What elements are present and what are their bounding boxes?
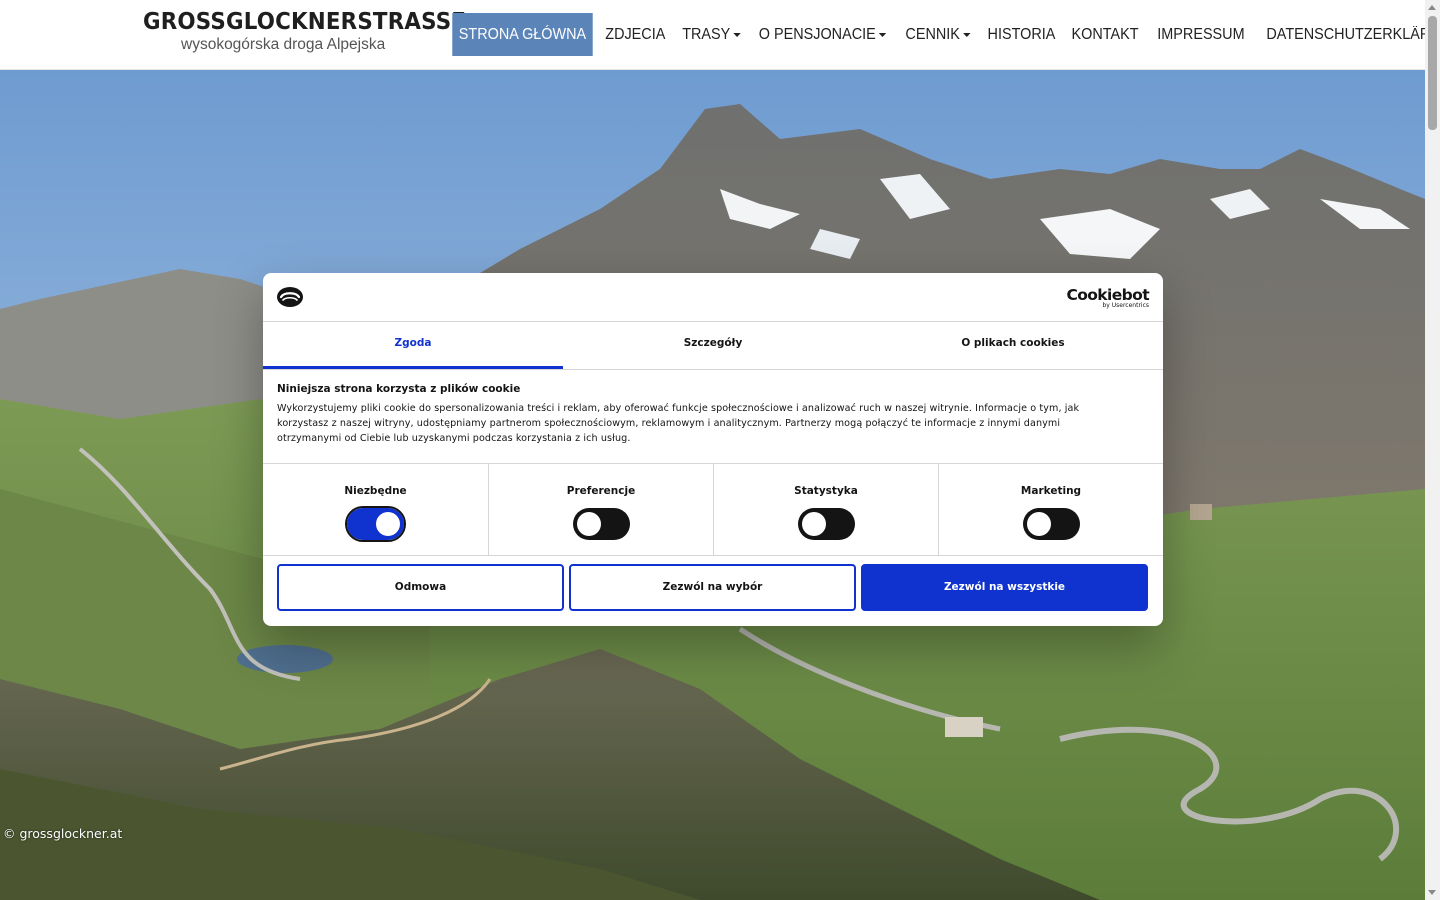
toggle-knob xyxy=(801,512,826,536)
nav-item-contact[interactable]: KONTAKT xyxy=(1065,13,1145,56)
preferences-toggle[interactable] xyxy=(572,508,630,540)
scroll-up-arrow-icon[interactable] xyxy=(1428,5,1436,10)
nav-item-label: IMPRESSUM xyxy=(1156,26,1245,43)
tab-about-cookies[interactable]: O plikach cookies xyxy=(863,322,1163,369)
marketing-toggle[interactable] xyxy=(1022,508,1080,540)
nav-item-label: O PENSJONACIE xyxy=(759,26,876,43)
cookie-icon xyxy=(277,287,303,307)
toggle-knob xyxy=(376,512,400,536)
allow-all-button[interactable]: Zezwól na wszystkie xyxy=(861,564,1148,611)
site-logo[interactable]: GROSSGLOCKNERSTRASSE wysokogórska droga … xyxy=(143,9,467,59)
dialog-body: Niniejsza strona korzysta z plików cooki… xyxy=(277,383,1147,446)
dialog-header: Cookiebot by Usercentrics xyxy=(263,273,1163,322)
category-marketing: Marketing xyxy=(938,464,1163,555)
nav-item-home[interactable]: STRONA GŁÓWNA xyxy=(452,13,593,56)
necessary-toggle[interactable] xyxy=(345,506,406,542)
category-necessary: Niezbędne xyxy=(263,464,488,555)
tab-consent[interactable]: Zgoda xyxy=(263,322,563,369)
logo-subtitle: wysokogórska droga Alpejska xyxy=(181,36,386,53)
nav-item-photos[interactable]: ZDJECIA xyxy=(599,13,672,56)
site-header: GROSSGLOCKNERSTRASSE wysokogórska droga … xyxy=(0,0,1440,70)
category-label: Preferencje xyxy=(566,485,636,497)
allow-selection-button[interactable]: Zezwól na wybór xyxy=(569,564,856,611)
nav-item-label: TRASY xyxy=(681,26,730,43)
nav-item-label: ZDJECIA xyxy=(605,26,666,43)
category-preferences: Preferencje xyxy=(488,464,713,555)
toggle-knob xyxy=(576,512,601,536)
consent-categories: Niezbędne Preferencje Statystyka Marketi… xyxy=(263,463,1163,556)
nav-item-label: STRONA GŁÓWNA xyxy=(458,26,587,43)
nav-item-prices[interactable]: CENNIK xyxy=(899,13,977,56)
category-label: Marketing xyxy=(1020,485,1082,497)
main-nav: STRONA GŁÓWNA ZDJECIA TRASY O PENSJONACI… xyxy=(448,13,1440,56)
toggle-knob xyxy=(1026,512,1051,536)
nav-item-routes[interactable]: TRASY xyxy=(675,13,746,56)
nav-item-label: KONTAKT xyxy=(1071,26,1140,43)
tab-details[interactable]: Szczegóły xyxy=(563,322,863,369)
dialog-tabs: Zgoda Szczegóły O plikach cookies xyxy=(263,322,1163,370)
cookie-consent-dialog: Cookiebot by Usercentrics Zgoda Szczegół… xyxy=(263,273,1163,626)
dialog-text-line: korzystasz z naszej witryny, udostępniam… xyxy=(277,418,1061,429)
nav-item-history[interactable]: HISTORIA xyxy=(981,13,1062,56)
statistics-toggle[interactable] xyxy=(797,508,855,540)
nav-item-about[interactable]: O PENSJONACIE xyxy=(752,13,892,56)
nav-item-label: DATENSCHUTZERKLÄRUNG xyxy=(1266,26,1440,43)
photo-copyright: © grossglockner.at xyxy=(3,826,123,841)
caret-down-icon xyxy=(878,32,887,37)
page-scrollbar[interactable] xyxy=(1425,0,1440,900)
dialog-buttons: Odmowa Zezwól na wybór Zezwól na wszystk… xyxy=(277,564,1148,611)
nav-item-impressum[interactable]: IMPRESSUM xyxy=(1150,13,1250,56)
category-label: Niezbędne xyxy=(344,485,407,497)
cookiebot-by-label: by Usercentrics xyxy=(1102,302,1149,309)
scroll-thumb[interactable] xyxy=(1428,16,1437,130)
logo-title: GROSSGLOCKNERSTRASSE xyxy=(143,9,467,35)
nav-item-label: HISTORIA xyxy=(987,26,1055,43)
dialog-text: Wykorzystujemy pliki cookie do spersonal… xyxy=(277,401,1147,446)
category-label: Statystyka xyxy=(794,485,858,497)
deny-button[interactable]: Odmowa xyxy=(277,564,564,611)
dialog-text-line: Wykorzystujemy pliki cookie do spersonal… xyxy=(277,403,1080,414)
scroll-down-arrow-icon[interactable] xyxy=(1428,890,1436,895)
dialog-text-line: otrzymanymi od Ciebie lub uzyskanymi pod… xyxy=(277,433,631,444)
category-statistics: Statystyka xyxy=(713,464,938,555)
caret-down-icon xyxy=(962,32,971,37)
nav-item-privacy[interactable]: DATENSCHUTZERKLÄRUNG xyxy=(1260,13,1440,56)
caret-down-icon xyxy=(732,32,741,37)
nav-item-label: CENNIK xyxy=(905,26,960,43)
dialog-heading: Niniejsza strona korzysta z plików cooki… xyxy=(277,383,521,395)
